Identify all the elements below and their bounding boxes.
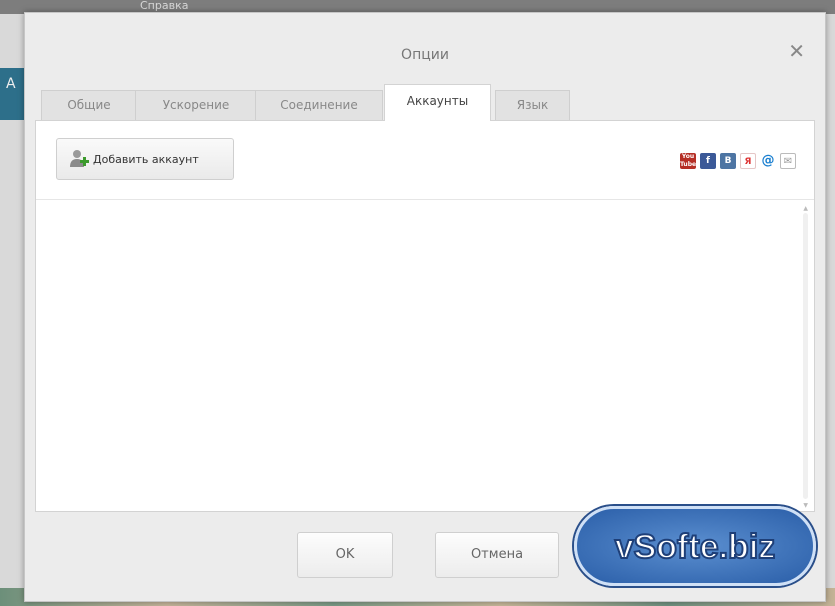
tab-acceleration[interactable]: Ускорение	[135, 90, 257, 120]
scroll-up-arrow-icon[interactable]: ▲	[803, 205, 808, 212]
background-menu-item: Справка	[140, 0, 189, 12]
tab-accounts[interactable]: Аккаунты	[384, 84, 491, 121]
tab-connection[interactable]: Соединение	[255, 90, 383, 120]
facebook-icon[interactable]: f	[700, 153, 716, 169]
cancel-button[interactable]: Отмена	[435, 532, 559, 578]
scrollbar[interactable]	[803, 213, 808, 499]
svg-text:vSofte.biz: vSofte.biz	[615, 528, 776, 566]
add-account-button[interactable]: Добавить аккаунт	[56, 138, 234, 180]
add-account-label: Добавить аккаунт	[93, 152, 199, 166]
email-icon[interactable]: ✉	[780, 153, 796, 169]
ok-button[interactable]: OK	[297, 532, 393, 578]
watermark-logo-text: vSofte.biz	[614, 527, 777, 567]
watermark-logo: vSofte.biz	[574, 506, 816, 586]
close-icon[interactable]: ✕	[788, 41, 805, 61]
youtube-icon[interactable]: You Tube	[680, 153, 696, 169]
accounts-panel: Добавить аккаунт You Tube f B Я @ ✉ ▲ ▼	[35, 120, 815, 512]
user-plus-icon	[70, 150, 89, 167]
vk-icon[interactable]: B	[720, 153, 736, 169]
scroll-down-arrow-icon[interactable]: ▼	[803, 502, 808, 509]
social-icons: You Tube f B Я @ ✉	[680, 153, 796, 169]
yandex-icon[interactable]: Я	[740, 153, 756, 169]
mail-at-icon[interactable]: @	[760, 153, 776, 169]
dialog-title: Опции	[401, 47, 449, 63]
tab-general[interactable]: Общие	[41, 90, 137, 120]
tab-language[interactable]: Язык	[495, 90, 570, 120]
panel-divider	[36, 199, 814, 200]
